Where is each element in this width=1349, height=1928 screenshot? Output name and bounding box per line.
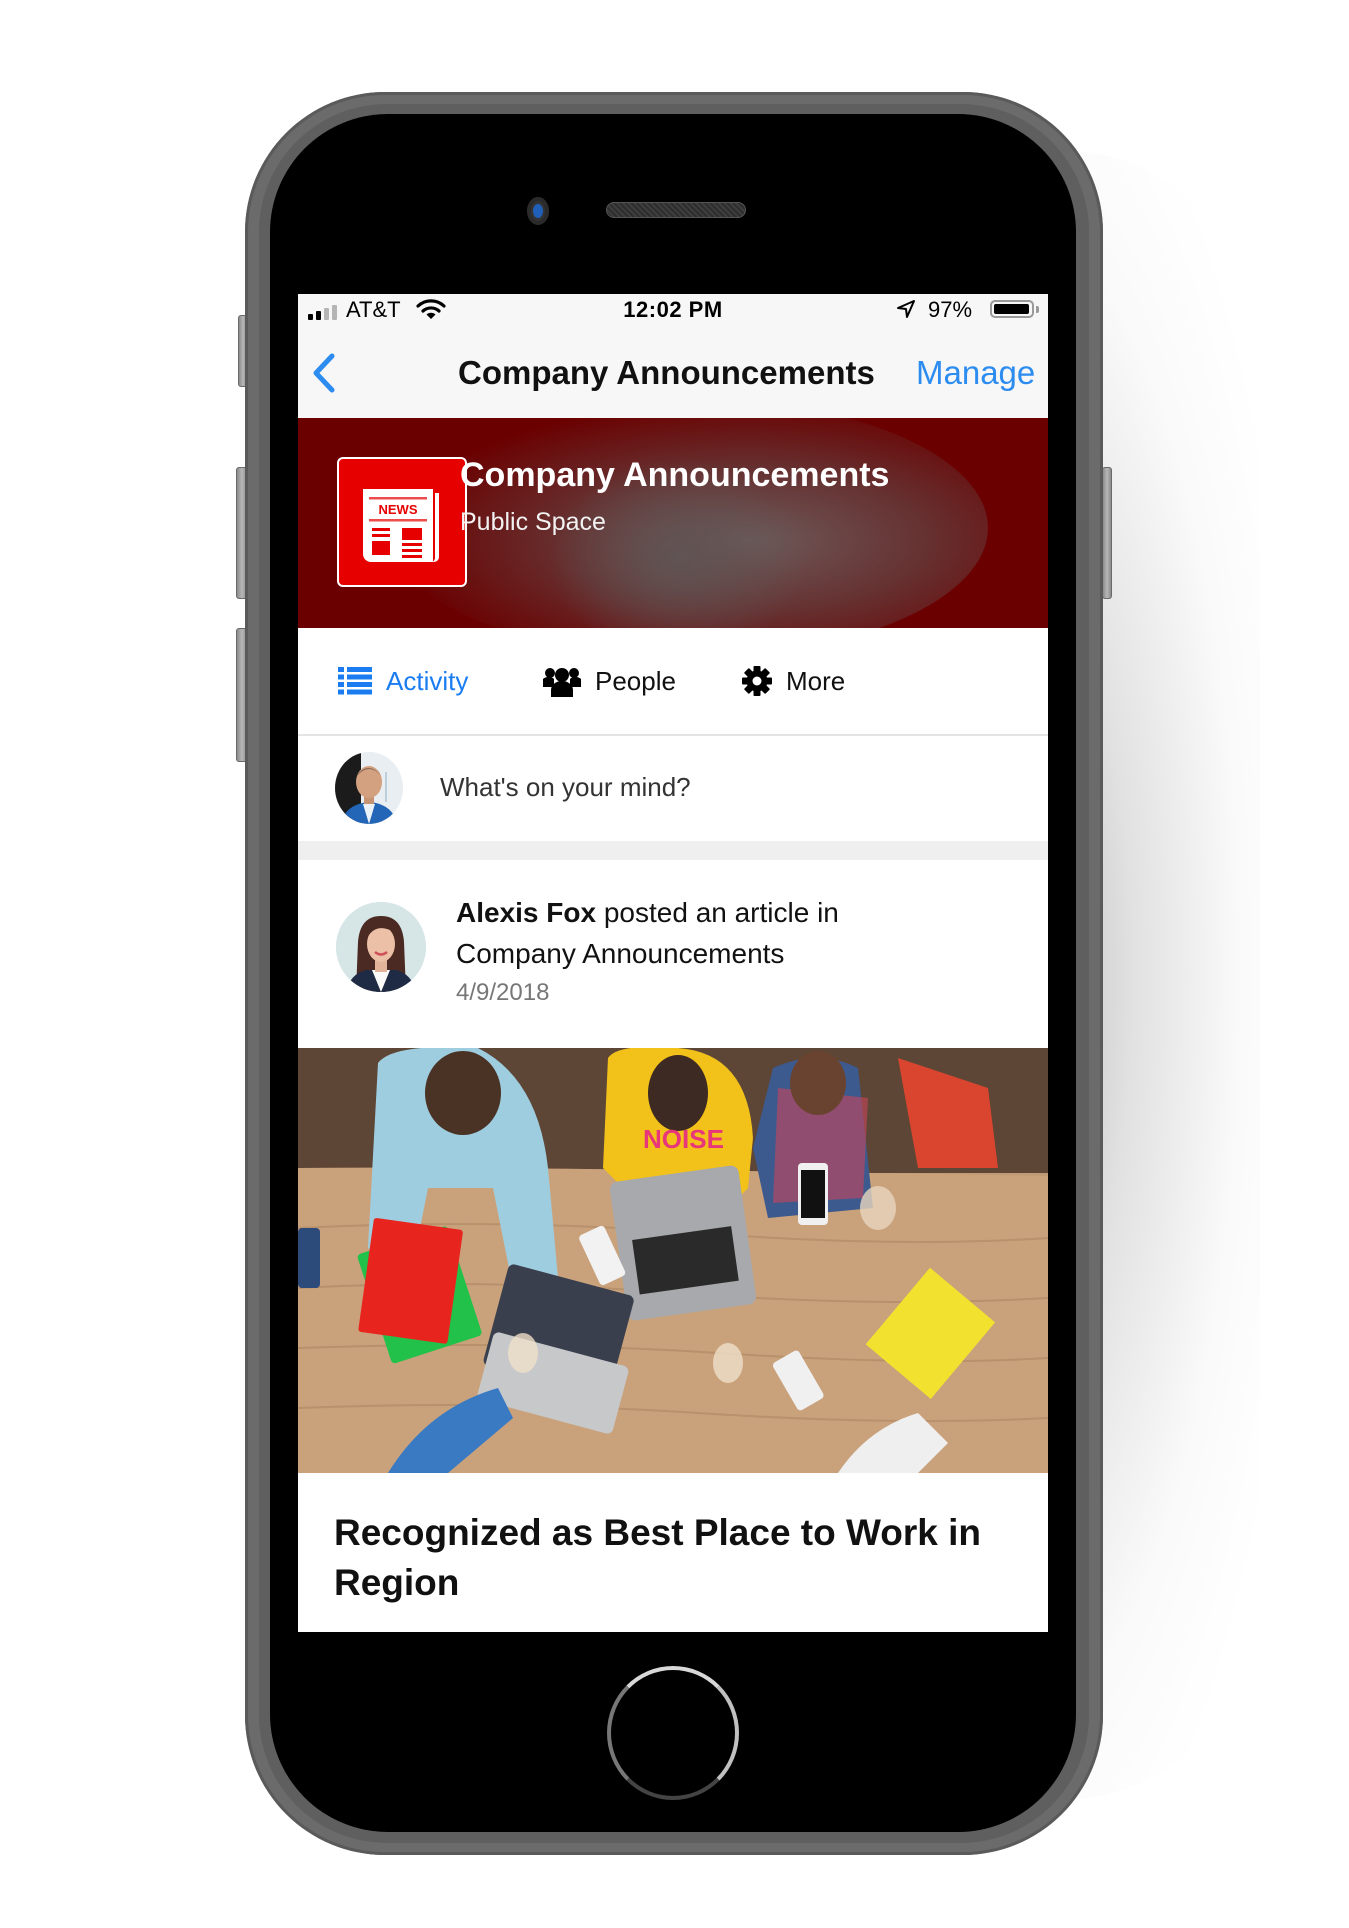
svg-text:NOISE: NOISE bbox=[643, 1124, 724, 1154]
newspaper-icon: NEWS bbox=[363, 489, 439, 562]
author-avatar[interactable] bbox=[336, 902, 426, 992]
power-button bbox=[1102, 467, 1112, 599]
navigation-bar: Company Announcements Manage bbox=[298, 326, 1048, 418]
phone-screen: AT&T 12:02 PM 97% Company Announcements … bbox=[298, 294, 1048, 1632]
space-title: Company Announcements bbox=[460, 456, 890, 494]
space-avatar: NEWS bbox=[337, 457, 467, 587]
compose-box[interactable]: What's on your mind? bbox=[298, 736, 1048, 841]
back-chevron-icon[interactable] bbox=[310, 352, 340, 394]
people-icon bbox=[543, 668, 581, 697]
gear-icon bbox=[742, 666, 772, 696]
space-type: Public Space bbox=[460, 508, 606, 536]
list-icon bbox=[338, 667, 372, 695]
tab-label: People bbox=[595, 665, 676, 696]
page-title: Company Announcements bbox=[458, 354, 875, 391]
compose-placeholder[interactable]: What's on your mind? bbox=[440, 772, 691, 803]
tab-activity[interactable]: Activity bbox=[338, 628, 468, 734]
location-arrow-icon bbox=[897, 300, 915, 318]
feed-post: Alexis Fox posted an article in Company … bbox=[298, 860, 1048, 1048]
current-user-avatar bbox=[335, 752, 403, 824]
manage-button[interactable]: Manage bbox=[916, 354, 1035, 392]
tab-label: Activity bbox=[386, 665, 469, 696]
space-banner: NEWS Company Announcements Public Space bbox=[298, 418, 1048, 628]
article-image[interactable]: NOISE bbox=[298, 1048, 1048, 1473]
post-action: posted an article in bbox=[596, 897, 839, 928]
battery-percent: 97% bbox=[928, 297, 973, 322]
tab-label: More bbox=[786, 665, 846, 696]
battery-icon bbox=[990, 300, 1034, 318]
home-button[interactable] bbox=[607, 1666, 739, 1800]
battery-tip bbox=[1036, 306, 1039, 313]
article-headline[interactable]: Recognized as Best Place to Work in Regi… bbox=[334, 1508, 1024, 1608]
post-space-link[interactable]: Company Announcements bbox=[456, 938, 784, 970]
front-camera bbox=[527, 197, 549, 225]
post-date: 4/9/2018 bbox=[456, 979, 550, 1006]
post-summary: Alexis Fox posted an article in bbox=[456, 897, 839, 929]
tab-people[interactable]: People bbox=[543, 628, 676, 734]
author-name[interactable]: Alexis Fox bbox=[456, 897, 596, 928]
status-bar: AT&T 12:02 PM 97% bbox=[298, 294, 1048, 326]
earpiece-speaker bbox=[606, 202, 746, 218]
tab-more[interactable]: More bbox=[742, 628, 845, 734]
svg-text:NEWS: NEWS bbox=[379, 502, 418, 517]
space-tabs: Activity People More bbox=[298, 628, 1048, 736]
section-separator bbox=[298, 841, 1048, 860]
